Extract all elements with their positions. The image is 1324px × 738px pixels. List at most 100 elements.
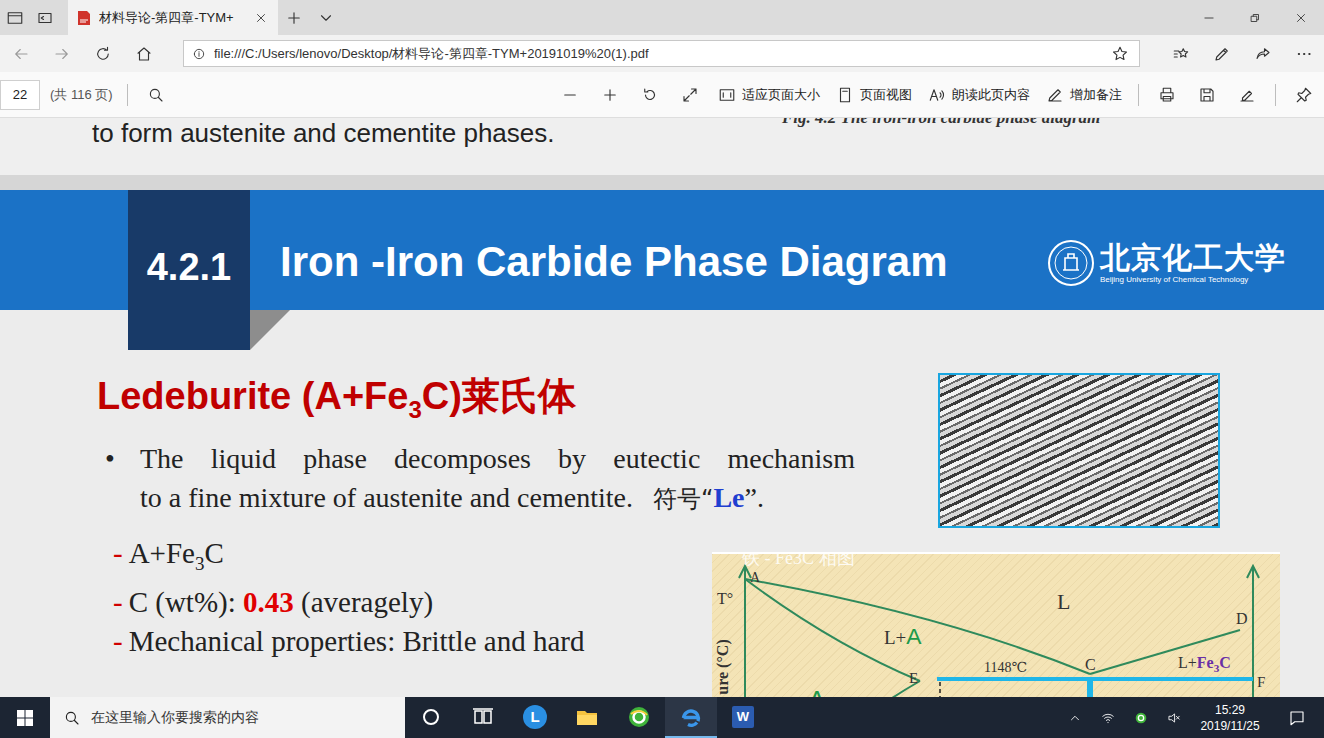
close-tab-icon[interactable] xyxy=(254,11,268,25)
minus-button[interactable] xyxy=(550,72,590,118)
page-number-field[interactable]: 22 xyxy=(0,80,40,110)
print-icon[interactable] xyxy=(1158,86,1176,104)
notification-icon[interactable] xyxy=(1288,709,1306,727)
search-button[interactable] xyxy=(136,72,176,118)
separator xyxy=(1138,84,1139,106)
back-button[interactable] xyxy=(0,35,41,72)
more-button[interactable] xyxy=(1283,35,1324,72)
pen-button[interactable] xyxy=(1201,35,1242,72)
home-icon[interactable] xyxy=(135,45,153,63)
start-button[interactable] xyxy=(0,697,50,738)
slide-header: 4.2.1Iron -Iron Carbide Phase Diagram北京化… xyxy=(0,190,1324,310)
edge-app[interactable] xyxy=(665,697,717,738)
chevronup-icon[interactable] xyxy=(1068,711,1082,725)
browser360-app[interactable] xyxy=(613,697,665,738)
slide-body: Ledeburite (A+Fe3C)莱氏体•The liquid phase … xyxy=(0,373,1324,528)
favorites-button[interactable] xyxy=(1160,35,1201,72)
browser-tab[interactable]: 材料导论-第四章-TYM+ xyxy=(68,0,278,35)
minus-icon[interactable] xyxy=(561,86,579,104)
search-icon[interactable] xyxy=(147,86,165,104)
forward-button[interactable] xyxy=(41,35,82,72)
minimize-button[interactable] xyxy=(1186,0,1232,35)
minimize-icon[interactable] xyxy=(1202,11,1216,25)
plus-icon[interactable] xyxy=(601,86,619,104)
back-icon[interactable] xyxy=(12,45,30,63)
toolbar-button[interactable]: 增加备注 xyxy=(1038,72,1130,118)
chevronup-tray[interactable] xyxy=(1058,697,1091,738)
wifi-icon[interactable] xyxy=(1101,711,1115,725)
refresh-icon[interactable] xyxy=(94,45,112,63)
close-icon[interactable] xyxy=(1294,11,1308,25)
expand-icon[interactable] xyxy=(681,86,699,104)
restore-tabs-button[interactable] xyxy=(30,0,60,35)
print-button[interactable] xyxy=(1147,72,1187,118)
section-shadow xyxy=(250,310,290,350)
previous-page: to form austenite and cementite phases.F… xyxy=(0,118,1324,175)
toolbar-button[interactable]: 页面视图 xyxy=(828,72,920,118)
plus-button[interactable] xyxy=(590,72,630,118)
url-text: file:///C:/Users/lenovo/Desktop/材料导论-第四章… xyxy=(214,45,1103,63)
notification-button[interactable] xyxy=(1270,697,1324,738)
slide-title: Iron -Iron Carbide Phase Diagram xyxy=(280,237,948,287)
annotate-button[interactable] xyxy=(1227,72,1267,118)
search-placeholder: 在这里输入你要搜索的内容 xyxy=(91,709,259,727)
slide-page: 4.2.1 Iron -Iron Carbide Phase Diagram 北京化… xyxy=(0,190,1324,697)
separator xyxy=(127,84,128,106)
save-icon[interactable] xyxy=(1198,86,1216,104)
restore-button[interactable] xyxy=(1232,0,1278,35)
toolbar-button[interactable]: 适应页面大小 xyxy=(710,72,828,118)
annotate-icon[interactable] xyxy=(1238,86,1256,104)
diagram-label: L+Fe3C xyxy=(1178,654,1231,675)
url-field[interactable]: file:///C:/Users/lenovo/Desktop/材料导论-第四章… xyxy=(183,40,1140,67)
share-icon[interactable] xyxy=(1254,45,1272,63)
rotate-icon[interactable] xyxy=(641,86,659,104)
tabs-aside-icon[interactable] xyxy=(6,9,24,27)
taskview-app[interactable] xyxy=(457,697,509,738)
pin-button[interactable] xyxy=(1284,72,1324,118)
wifi-tray[interactable] xyxy=(1091,697,1124,738)
new-tab-button[interactable] xyxy=(278,0,310,35)
windows-icon[interactable] xyxy=(17,710,33,726)
diagram-label: 1148℃ xyxy=(984,660,1027,675)
logo-name: 北京化工大学 xyxy=(1100,241,1286,275)
home-button[interactable] xyxy=(123,35,164,72)
forward-icon[interactable] xyxy=(53,45,71,63)
pin-icon[interactable] xyxy=(1295,86,1313,104)
security-360-icon[interactable] xyxy=(1133,710,1149,726)
info-icon[interactable] xyxy=(192,47,206,61)
plus-icon[interactable] xyxy=(285,9,303,27)
lapp-app[interactable]: L xyxy=(509,697,561,738)
diagram-label: A xyxy=(808,686,826,697)
speaker-muted-icon[interactable] xyxy=(1167,711,1181,725)
cortana-icon xyxy=(419,705,443,729)
tabs-aside-button[interactable] xyxy=(0,0,30,35)
tab-preview-button[interactable] xyxy=(310,0,342,35)
close-window-button[interactable] xyxy=(1278,0,1324,35)
page-text: to form austenite and cementite phases. xyxy=(92,118,782,175)
favorites-icon[interactable] xyxy=(1172,45,1190,63)
diagram-label: D xyxy=(1236,610,1248,628)
folder-app[interactable] xyxy=(561,697,613,738)
security-tray[interactable] xyxy=(1124,697,1157,738)
refresh-button[interactable] xyxy=(82,35,123,72)
restore-icon[interactable] xyxy=(1248,11,1262,25)
chevron-down-icon[interactable] xyxy=(317,9,335,27)
expand-button[interactable] xyxy=(670,72,710,118)
l-app-icon: L xyxy=(523,705,547,729)
volume-tray[interactable] xyxy=(1157,697,1190,738)
save-button[interactable] xyxy=(1187,72,1227,118)
restore-tabs-icon[interactable] xyxy=(36,9,54,27)
toolbar-button[interactable]: 朗读此页内容 xyxy=(920,72,1038,118)
logo-subtitle: Beijing University of Chemical Technolog… xyxy=(1100,275,1286,285)
pen-icon[interactable] xyxy=(1213,45,1231,63)
section-number: 4.2.1 xyxy=(128,190,250,350)
rotate-button[interactable] xyxy=(630,72,670,118)
star-icon[interactable] xyxy=(1111,45,1129,63)
taskbar-search[interactable]: 在这里输入你要搜索的内容 xyxy=(50,697,405,738)
cortana-app[interactable] xyxy=(405,697,457,738)
sub-item: -A+Fe3C xyxy=(113,534,712,583)
word-app[interactable]: W xyxy=(717,697,769,738)
more-icon[interactable] xyxy=(1295,45,1313,63)
share-button[interactable] xyxy=(1242,35,1283,72)
clock[interactable]: 15:292019/11/25 xyxy=(1190,697,1270,738)
